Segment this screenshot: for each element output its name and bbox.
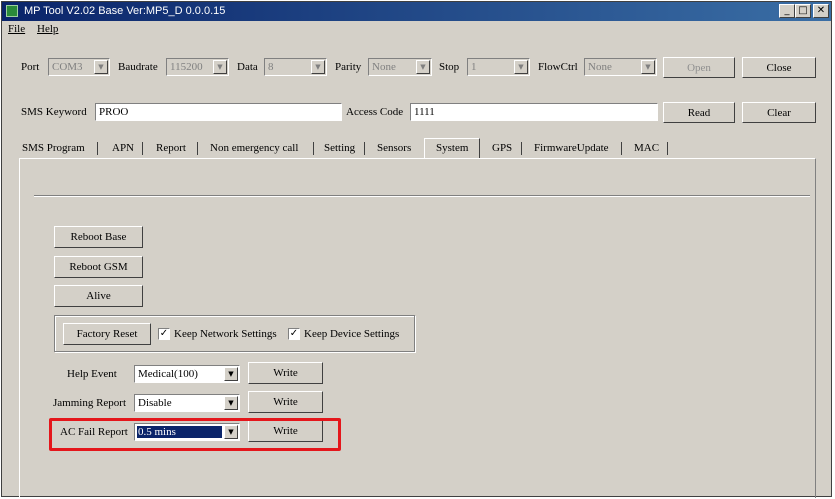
flowctrl-select[interactable]: None ▼ bbox=[584, 58, 657, 76]
clear-button[interactable]: Clear bbox=[742, 102, 816, 123]
chevron-down-icon[interactable]: ▼ bbox=[224, 367, 238, 381]
tab-separator bbox=[313, 142, 314, 155]
baudrate-label: Baudrate bbox=[118, 61, 158, 73]
sms-keyword-label: SMS Keyword bbox=[21, 106, 87, 118]
port-label: Port bbox=[21, 61, 40, 73]
minimize-button[interactable]: _ bbox=[779, 4, 795, 18]
highlight-box bbox=[49, 418, 341, 451]
window-title: MP Tool V2.02 Base Ver:MP5_D 0.0.0.15 bbox=[24, 5, 226, 17]
tab-sensors[interactable]: Sensors bbox=[377, 142, 411, 154]
tab-apn[interactable]: APN bbox=[112, 142, 134, 154]
chevron-down-icon[interactable]: ▼ bbox=[416, 60, 430, 74]
keep-device-checkbox[interactable]: ✓ bbox=[288, 328, 300, 340]
factory-reset-button[interactable]: Factory Reset bbox=[63, 323, 151, 345]
tab-separator bbox=[667, 142, 668, 155]
reboot-base-button[interactable]: Reboot Base bbox=[54, 226, 143, 248]
port-select[interactable]: COM3 ▼ bbox=[48, 58, 110, 76]
tab-setting[interactable]: Setting bbox=[324, 142, 355, 154]
tab-separator bbox=[621, 142, 622, 155]
tab-mac[interactable]: MAC bbox=[634, 142, 659, 154]
tab-gps[interactable]: GPS bbox=[492, 142, 512, 154]
data-select[interactable]: 8 ▼ bbox=[264, 58, 327, 76]
chevron-down-icon[interactable]: ▼ bbox=[224, 396, 238, 410]
help-event-label: Help Event bbox=[67, 368, 117, 380]
reboot-gsm-button[interactable]: Reboot GSM bbox=[54, 256, 143, 278]
stop-select[interactable]: 1 ▼ bbox=[467, 58, 530, 76]
keep-network-checkbox[interactable]: ✓ bbox=[158, 328, 170, 340]
panel-divider bbox=[34, 195, 810, 197]
parity-select[interactable]: None ▼ bbox=[368, 58, 432, 76]
access-code-label: Access Code bbox=[346, 106, 404, 118]
keep-network-label: Keep Network Settings bbox=[174, 328, 277, 340]
tab-separator bbox=[521, 142, 522, 155]
help-event-select[interactable]: Medical(100) ▼ bbox=[134, 365, 240, 383]
help-event-write-button[interactable]: Write bbox=[248, 362, 323, 384]
tab-separator bbox=[97, 142, 98, 155]
menu-help[interactable]: Help bbox=[37, 23, 58, 35]
tab-sms-program[interactable]: SMS Program bbox=[22, 142, 85, 154]
tab-separator bbox=[197, 142, 198, 155]
flowctrl-label: FlowCtrl bbox=[538, 61, 578, 73]
alive-button[interactable]: Alive bbox=[54, 285, 143, 307]
menu-bar: File Help bbox=[2, 22, 831, 38]
tab-system[interactable]: System bbox=[436, 142, 468, 154]
chevron-down-icon[interactable]: ▼ bbox=[641, 60, 655, 74]
read-button[interactable]: Read bbox=[663, 102, 735, 123]
jamming-write-button[interactable]: Write bbox=[248, 391, 323, 413]
close-button[interactable]: Close bbox=[742, 57, 816, 78]
menu-file[interactable]: File bbox=[8, 23, 25, 35]
tab-separator bbox=[364, 142, 365, 155]
chevron-down-icon[interactable]: ▼ bbox=[514, 60, 528, 74]
open-button[interactable]: Open bbox=[663, 57, 735, 78]
data-label: Data bbox=[237, 61, 258, 73]
factory-reset-group: Factory Reset ✓ Keep Network Settings ✓ … bbox=[54, 315, 415, 352]
tab-non-emergency-call[interactable]: Non emergency call bbox=[210, 142, 298, 154]
title-bar[interactable]: MP Tool V2.02 Base Ver:MP5_D 0.0.0.15 _ … bbox=[2, 2, 831, 21]
chevron-down-icon[interactable]: ▼ bbox=[311, 60, 325, 74]
stop-label: Stop bbox=[439, 61, 460, 73]
parity-label: Parity bbox=[335, 61, 362, 73]
close-window-button[interactable]: ✕ bbox=[813, 4, 829, 18]
sms-keyword-input[interactable]: PROO bbox=[95, 103, 342, 121]
tab-report[interactable]: Report bbox=[156, 142, 186, 154]
maximize-button[interactable]: □ bbox=[795, 4, 811, 18]
jamming-report-select[interactable]: Disable ▼ bbox=[134, 394, 240, 412]
chevron-down-icon[interactable]: ▼ bbox=[213, 60, 227, 74]
access-code-input[interactable]: 1111 bbox=[410, 103, 658, 121]
keep-device-label: Keep Device Settings bbox=[304, 328, 400, 340]
jamming-report-label: Jamming Report bbox=[53, 397, 127, 409]
tab-firmware-update[interactable]: FirmwareUpdate bbox=[534, 142, 609, 154]
app-icon bbox=[6, 5, 18, 17]
baudrate-select[interactable]: 115200 ▼ bbox=[166, 58, 229, 76]
app-window: MP Tool V2.02 Base Ver:MP5_D 0.0.0.15 _ … bbox=[1, 1, 832, 498]
chevron-down-icon[interactable]: ▼ bbox=[94, 60, 108, 74]
tab-separator bbox=[142, 142, 143, 155]
